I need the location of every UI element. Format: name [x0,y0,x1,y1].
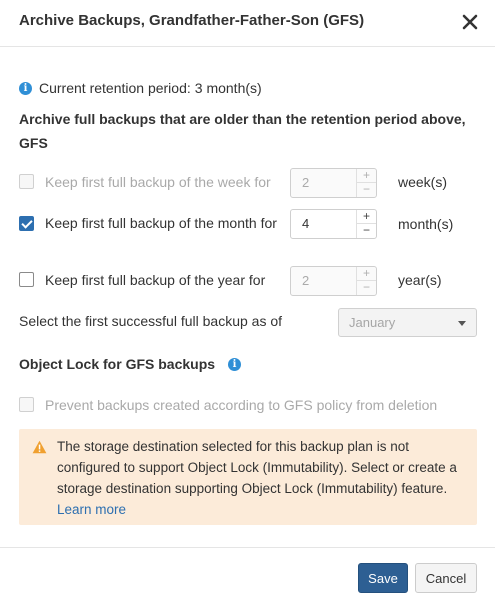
month-stepper[interactable]: 4 + − [290,209,377,239]
year-value: 2 [302,273,310,288]
dialog-footer: Save Cancel [0,547,495,607]
week-checkbox[interactable] [19,174,34,189]
retention-info: i Current retention period: 3 month(s) [19,80,262,96]
warning-text-block: The storage destination selected for thi… [57,436,467,520]
week-stepper[interactable]: 2 + − [290,168,377,198]
week-label: Keep first full backup of the week for [45,174,271,190]
year-stepper[interactable]: 2 + − [290,266,377,296]
prevent-deletion-label: Prevent backups created according to GFS… [45,397,438,413]
year-stepper-buttons: + − [356,267,376,295]
month-decrement-button[interactable]: − [357,224,376,238]
warning-icon [32,440,47,457]
month-unit: month(s) [398,216,454,232]
year-unit: year(s) [398,272,442,288]
dialog-title: Archive Backups, Grandfather-Father-Son … [19,12,365,29]
cancel-button[interactable]: Cancel [415,563,477,593]
first-backup-select[interactable]: January [338,308,477,337]
prevent-deletion-row: Prevent backups created according to GFS… [19,395,479,419]
gfs-dialog: Archive Backups, Grandfather-Father-Son … [0,0,495,606]
month-increment-button[interactable]: + [357,210,376,224]
prevent-deletion-checkbox[interactable] [19,397,34,412]
week-decrement-button[interactable]: − [357,183,376,197]
object-lock-heading: Object Lock for GFS backups [19,356,216,372]
month-value: 4 [302,216,310,231]
year-checkbox[interactable] [19,272,34,287]
month-label: Keep first full backup of the month for [45,215,277,231]
archive-section-heading: Archive full backups that are older than… [19,111,466,151]
save-button[interactable]: Save [358,563,408,593]
week-value: 2 [302,175,310,190]
retention-label: Current retention period: [39,80,191,96]
week-increment-button[interactable]: + [357,169,376,183]
year-decrement-button[interactable]: − [357,281,376,295]
week-unit: week(s) [398,174,448,190]
info-icon[interactable]: i [228,357,242,371]
week-stepper-buttons: + − [356,169,376,197]
retention-value: 3 month(s) [194,80,262,96]
warning-text: The storage destination selected for thi… [57,439,457,496]
chevron-down-icon [458,321,466,326]
first-backup-label: Select the first successful full backup … [19,313,283,329]
close-icon[interactable] [459,11,481,33]
object-lock-heading-row: Object Lock for GFS backups i [19,356,242,372]
year-label: Keep first full backup of the year for [45,272,266,288]
month-stepper-buttons: + − [356,210,376,238]
dialog-header: Archive Backups, Grandfather-Father-Son … [0,0,495,47]
learn-more-link[interactable]: Learn more [57,502,126,517]
year-increment-button[interactable]: + [357,267,376,281]
info-icon: i [19,81,32,95]
object-lock-warning: The storage destination selected for thi… [19,429,477,525]
month-checkbox[interactable] [19,216,34,231]
first-backup-selected: January [349,315,396,330]
